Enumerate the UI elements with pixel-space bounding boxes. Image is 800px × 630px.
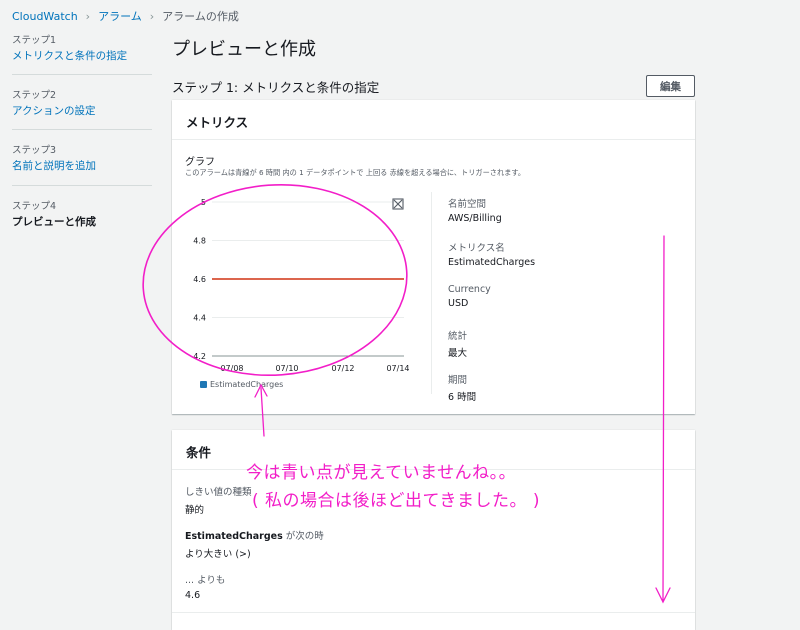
meta-currency: Currency USD — [448, 284, 491, 309]
y-tick-label: 5 — [201, 198, 206, 207]
breadcrumb-create-alarm: アラームの作成 — [162, 10, 239, 23]
wizard-step-3: ステップ3 名前と説明を追加 — [12, 142, 152, 186]
metrics-header: メトリクス — [172, 100, 695, 140]
meta-label: 統計 — [448, 331, 468, 342]
when-label: EstimatedCharges が次の時 — [185, 528, 324, 542]
threshold-type-label: しきい値の種類 — [185, 487, 252, 498]
chart-legend[interactable]: EstimatedCharges — [200, 380, 283, 389]
step-number: ステップ3 — [12, 145, 57, 157]
when-value: より大きい (>) — [185, 549, 251, 560]
when-metric: EstimatedCharges — [185, 531, 283, 542]
meta-value: EstimatedCharges — [448, 257, 536, 268]
step-number: ステップ2 — [12, 90, 57, 102]
breadcrumb-alarms[interactable]: アラーム — [98, 8, 142, 24]
legend-label: EstimatedCharges — [210, 380, 284, 389]
threshold-type-value: 静的 — [185, 505, 205, 516]
than-label: ... よりも — [185, 575, 226, 586]
meta-value: 最大 — [448, 348, 468, 359]
step-number: ステップ1 — [12, 35, 57, 46]
x-tick-label: 07/10 — [275, 364, 298, 373]
page-title: プレビューと作成 — [172, 39, 316, 60]
step-link-actions[interactable]: アクションの設定 — [12, 104, 152, 119]
step-link-metrics[interactable]: メトリクスと条件の指定 — [12, 49, 152, 64]
when-condition: EstimatedCharges が次の時 より大きい (>) — [185, 528, 324, 560]
meta-namespace: 名前空間 AWS/Billing — [448, 196, 502, 224]
breadcrumb-cloudwatch[interactable]: CloudWatch — [12, 10, 78, 23]
meta-statistic: 統計 最大 — [448, 328, 467, 359]
column-divider — [431, 192, 432, 394]
threshold-type: しきい値の種類 静的 — [185, 484, 252, 516]
chevron-right-icon: › — [85, 9, 91, 23]
when-suffix: が次の時 — [285, 531, 324, 542]
meta-value: USD — [448, 298, 469, 309]
metric-chart: 5 4.8 4.6 4.4 4.2 07/08 07/10 07/12 07/14 — [193, 198, 409, 373]
meta-value: 6 時間 — [448, 392, 477, 403]
y-tick-label: 4.4 — [193, 314, 206, 323]
graph-title: グラフ — [185, 157, 215, 168]
x-tick-label: 07/14 — [386, 364, 409, 373]
chevron-right-icon: › — [149, 9, 155, 23]
meta-label: 名前空間 — [448, 199, 487, 210]
meta-metric-name: メトリクス名 EstimatedCharges — [448, 240, 535, 268]
graph-description: このアラームは青線が 6 時間 内の 1 データポイントで 上回る 赤線を超える… — [185, 168, 526, 177]
wizard-step-1: ステップ1 メトリクスと条件の指定 — [12, 32, 152, 76]
section-title: ステップ 1: メトリクスと条件の指定 — [172, 80, 380, 95]
legend-swatch — [200, 381, 207, 388]
y-tick-label: 4.2 — [193, 352, 206, 361]
y-tick-label: 4.6 — [193, 275, 206, 284]
conditions-divider — [172, 612, 695, 613]
metrics-panel: メトリクス グラフ このアラームは青線が 6 時間 内の 1 データポイントで … — [172, 100, 695, 414]
expand-icon[interactable] — [392, 198, 404, 210]
meta-period: 期間 6 時間 — [448, 372, 476, 403]
meta-value: AWS/Billing — [448, 213, 502, 224]
wizard-step-4: ステップ4 プレビューと作成 — [12, 198, 152, 240]
edit-button[interactable]: 編集 — [646, 75, 695, 97]
step-link-name[interactable]: 名前と説明を追加 — [12, 159, 152, 174]
annotation-note-1: 今は青い点が見えていませんね。。 — [246, 463, 517, 483]
x-tick-label: 07/08 — [220, 364, 243, 373]
meta-label: メトリクス名 — [448, 243, 505, 254]
step-current-preview: プレビューと作成 — [12, 215, 96, 228]
step-number: ステップ4 — [12, 200, 57, 212]
annotation-note-2: ( 私の場合は後ほど出てきました。 ) — [252, 491, 541, 511]
meta-label: 期間 — [448, 375, 468, 386]
breadcrumb: CloudWatch › アラーム › アラームの作成 — [12, 8, 239, 24]
x-tick-label: 07/12 — [331, 364, 354, 373]
than-value: 4.6 — [185, 590, 201, 601]
meta-label: Currency — [448, 284, 491, 295]
than-condition: ... よりも 4.6 — [185, 572, 225, 601]
wizard-steps: ステップ1 メトリクスと条件の指定 ステップ2 アクションの設定 ステップ3 名… — [12, 32, 152, 252]
y-tick-label: 4.8 — [193, 237, 206, 246]
wizard-step-2: ステップ2 アクションの設定 — [12, 87, 152, 131]
